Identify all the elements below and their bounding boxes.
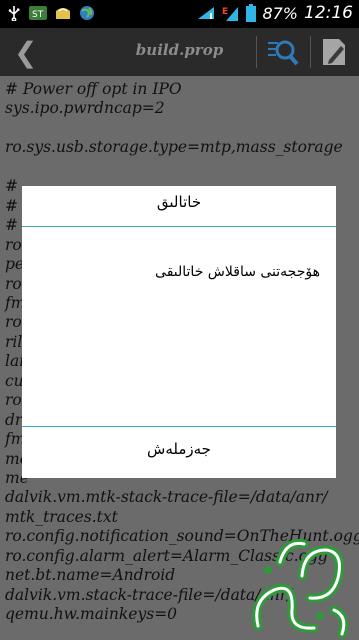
editor-line: ro [5, 313, 22, 332]
bag-icon [56, 8, 70, 19]
editor-line: # Power off opt in IPO [5, 80, 182, 98]
error-dialog: خاتالىق ھۆججەتنى ساقلاش خاتالىقى جەزملەش [22, 186, 336, 478]
editor-line: mtk_traces.txt [5, 507, 118, 526]
editor-line: qemu.hw.mainkeys=0 [5, 605, 178, 624]
dialog-message: ھۆججەتنى ساقلاش خاتالىقى [155, 264, 320, 280]
edge-signal-icon: E [222, 7, 239, 21]
usb-icon [8, 6, 20, 21]
editor-line: sys.ipo.pwrdncap=2 [5, 99, 165, 118]
dialog-title-divider [22, 226, 336, 227]
editor-line: ro [5, 274, 22, 293]
editor-line: ro [5, 235, 22, 254]
battery-percent: 87% [262, 3, 298, 23]
editor-line: cu [5, 371, 24, 390]
edit-icon[interactable] [320, 36, 350, 68]
dialog-title: خاتالىق [156, 193, 202, 211]
watermark-calligraphy-logo [252, 538, 349, 638]
editor-line: # [5, 177, 18, 196]
system-status: E 87% 12:16 [196, 3, 353, 23]
svg-text:ST: ST [32, 10, 44, 20]
signal-bars-icon: ST [29, 6, 47, 20]
editor-line: dr [5, 410, 23, 429]
editor-line: ro.sys.usb.storage.type=mtp,mass_storage [5, 138, 343, 157]
status-bar: ST E 87% 12:16 [0, 0, 359, 28]
search-list-icon[interactable] [266, 36, 300, 68]
notification-icons: ST [6, 5, 95, 21]
editor-line: ro [5, 391, 22, 410]
ok-button[interactable]: جەزملەش [22, 427, 336, 478]
svg-text:E: E [222, 7, 228, 17]
editor-line: ril [5, 332, 23, 351]
editor-line: dalvik.vm.mtk-stack-trace-file=/data/anr… [5, 488, 328, 507]
wifi-icon [198, 7, 215, 19]
editor-line: # [5, 216, 18, 235]
divider [256, 36, 257, 68]
file-title: build.prop [135, 41, 224, 59]
action-bar: ❮ build.prop [0, 28, 359, 76]
editor-line: net.bt.name=Android [5, 566, 176, 585]
battery-icon [246, 4, 257, 22]
divider [310, 36, 311, 68]
globe-icon [80, 6, 94, 20]
clock: 12:16 [304, 3, 353, 23]
